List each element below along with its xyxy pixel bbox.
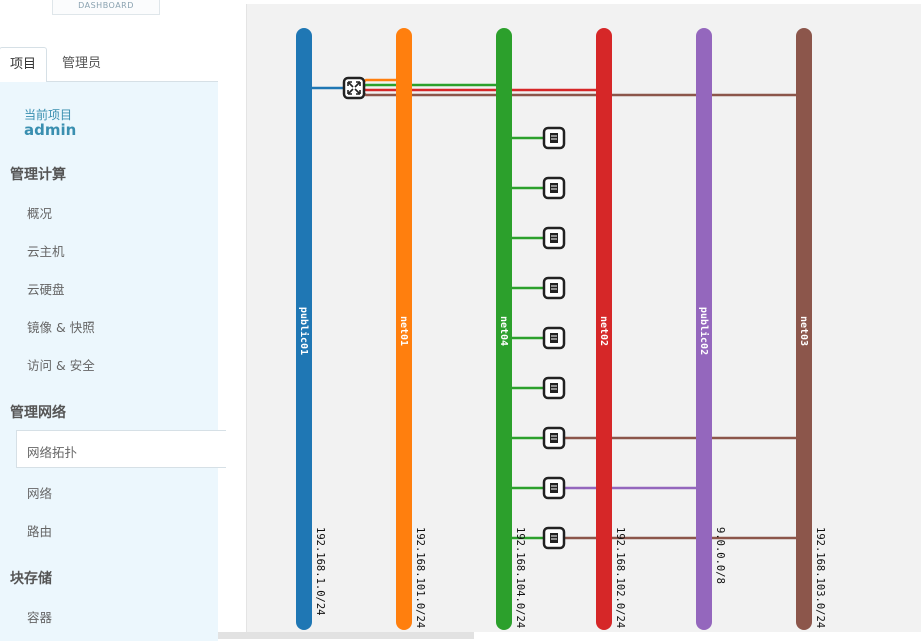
network-cidr-label: 192.168.103.0/24 bbox=[814, 527, 826, 628]
sidebar-item-routers[interactable]: 路由 bbox=[27, 521, 52, 540]
network-public02[interactable]: public02 9.0.0.0/8 bbox=[696, 28, 726, 630]
horizontal-scrollbar[interactable] bbox=[218, 632, 474, 639]
server-icon[interactable] bbox=[542, 276, 566, 300]
network-name-label: public02 bbox=[698, 307, 710, 355]
server-icon[interactable] bbox=[542, 526, 566, 550]
section-title-network: 管理网络 bbox=[10, 405, 66, 421]
network-cidr-label: 9.0.0.0/8 bbox=[714, 527, 726, 584]
server-icon[interactable] bbox=[542, 376, 566, 400]
server-icon[interactable] bbox=[542, 426, 566, 450]
sidebar-nav: 当前项目 admin 管理计算 概况 云主机 云硬盘 镜像 & 快照 访问 & … bbox=[0, 82, 226, 641]
sidebar-item-overview[interactable]: 概况 bbox=[27, 203, 52, 222]
tab-project[interactable]: 项目 bbox=[0, 47, 47, 83]
router-link bbox=[353, 86, 604, 92]
sidebar-item-volumes[interactable]: 云硬盘 bbox=[27, 279, 65, 298]
sidebar: DASHBOARD 项目 管理员 当前项目 admin 管理计算 概况 云主机 … bbox=[0, 0, 226, 641]
router-icon[interactable] bbox=[342, 76, 366, 100]
server-icon[interactable] bbox=[542, 226, 566, 250]
server-icon[interactable] bbox=[542, 176, 566, 200]
network-cidr-label: 192.168.102.0/24 bbox=[614, 527, 626, 628]
network-net04[interactable]: net04 192.168.104.0/24 bbox=[496, 28, 526, 630]
network-net02[interactable]: net02 192.168.102.0/24 bbox=[596, 28, 626, 630]
network-cidr-label: 192.168.1.0/24 bbox=[314, 527, 326, 616]
network-name-label: net02 bbox=[598, 316, 609, 346]
dashboard-logo[interactable]: DASHBOARD bbox=[52, 0, 160, 15]
sidebar-item-access-security[interactable]: 访问 & 安全 bbox=[27, 355, 95, 374]
sidebar-item-images-snapshots[interactable]: 镜像 & 快照 bbox=[27, 317, 95, 336]
network-cidr-label: 192.168.101.0/24 bbox=[414, 527, 426, 628]
network-net03[interactable]: net03 192.168.103.0/24 bbox=[796, 28, 826, 630]
network-name-label: public01 bbox=[298, 307, 310, 355]
network-net01[interactable]: net01 192.168.101.0/24 bbox=[396, 28, 426, 630]
nodes-layer bbox=[342, 76, 566, 550]
sidebar-tabs: 项目 管理员 bbox=[0, 47, 218, 83]
network-topology-canvas: public01 192.168.1.0/24 net01 192.168.101.0… bbox=[246, 4, 921, 632]
server-icon[interactable] bbox=[542, 476, 566, 500]
network-name-label: net01 bbox=[398, 316, 409, 346]
section-title-block-storage: 块存储 bbox=[10, 571, 52, 587]
tab-admin[interactable]: 管理员 bbox=[62, 47, 101, 81]
router-link bbox=[353, 83, 504, 90]
network-name-label: net03 bbox=[798, 316, 809, 346]
sidebar-item-instances[interactable]: 云主机 bbox=[27, 241, 65, 260]
sidebar-item-networks[interactable]: 网络 bbox=[27, 483, 52, 502]
server-icon[interactable] bbox=[542, 126, 566, 150]
section-title-compute: 管理计算 bbox=[10, 167, 66, 183]
sidebar-item-containers[interactable]: 容器 bbox=[27, 607, 52, 626]
server-icon[interactable] bbox=[542, 326, 566, 350]
topology-diagram: public01 192.168.1.0/24 net01 192.168.101.0… bbox=[296, 28, 826, 630]
current-project-name[interactable]: admin bbox=[24, 121, 76, 139]
sidebar-item-network-topology[interactable]: 网络拓扑 bbox=[16, 430, 226, 468]
network-cidr-label: 192.168.104.0/24 bbox=[514, 527, 526, 628]
network-public01[interactable]: public01 192.168.1.0/24 bbox=[296, 28, 326, 630]
sidebar-item-label: 网络拓扑 bbox=[27, 445, 78, 460]
network-name-label: net04 bbox=[498, 316, 509, 346]
